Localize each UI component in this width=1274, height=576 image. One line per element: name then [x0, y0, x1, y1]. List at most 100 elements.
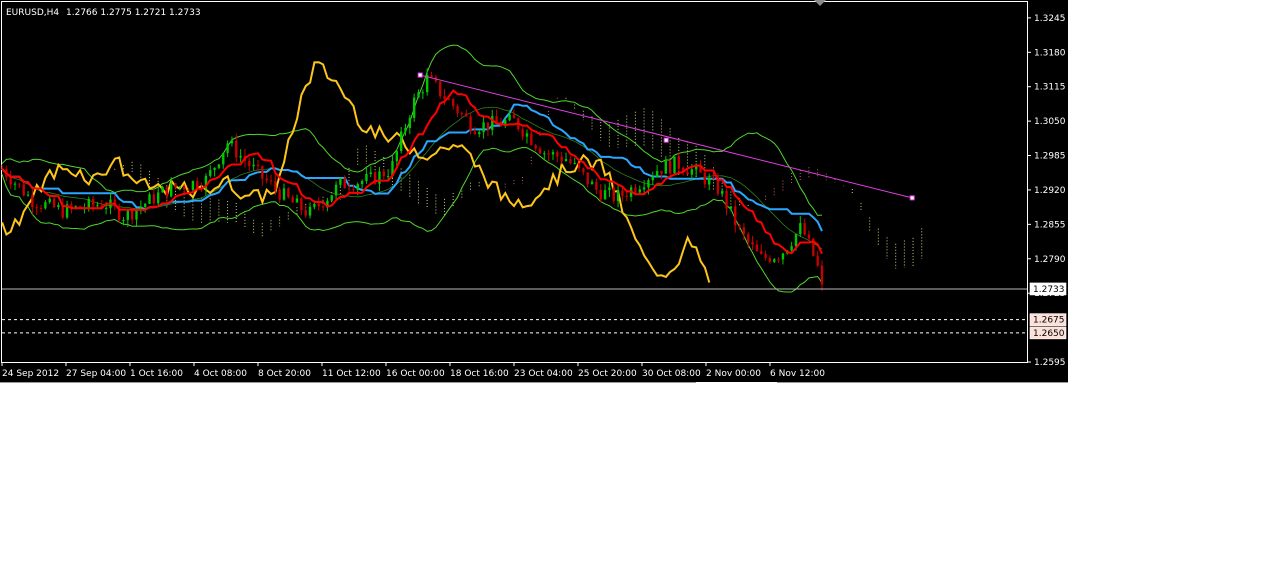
candle-body — [360, 181, 364, 185]
candle-body — [291, 197, 294, 203]
candle-body — [530, 133, 533, 146]
level-price-label: 1.2675 — [1033, 316, 1065, 326]
chart-window[interactable]: EURUSD,H4 1.2766 1.2775 1.2721 1.2733 1.… — [0, 0, 1068, 382]
candle-body — [799, 223, 802, 234]
x-tick-label: 4 Oct 08:00 — [194, 369, 247, 379]
candle-body — [734, 206, 737, 226]
candle-body — [747, 234, 750, 242]
candle-body — [777, 259, 780, 261]
candle-body — [161, 186, 164, 193]
candle-body — [404, 128, 407, 132]
y-tick-label: 1.3180 — [1034, 48, 1066, 58]
candle-body — [44, 202, 47, 209]
candle-body — [96, 205, 99, 207]
trendline-anchor — [909, 195, 915, 201]
candle-body — [590, 181, 594, 185]
y-tick-label: 1.3245 — [1034, 14, 1066, 24]
x-tick-label: 30 Oct 08:00 — [642, 369, 701, 379]
candle-body — [586, 172, 589, 185]
candle-body — [599, 189, 602, 200]
candle-body — [768, 257, 772, 262]
chart-shift-marker[interactable] — [814, 0, 826, 6]
candle-body — [143, 203, 147, 207]
candle-body — [794, 233, 798, 247]
candle-body — [439, 81, 442, 97]
candle-body — [564, 159, 568, 162]
candle-body — [386, 175, 390, 177]
candle-body — [148, 194, 151, 204]
candle-body — [473, 131, 477, 135]
candle-body — [91, 198, 95, 206]
candle-body — [170, 183, 173, 197]
candle-body — [317, 203, 320, 207]
candle-body — [430, 75, 433, 78]
symbol-timeframe: EURUSD,H4 — [6, 8, 59, 18]
candle-body — [443, 96, 446, 99]
candle-body — [655, 171, 659, 177]
candle-body — [9, 177, 12, 185]
candle-body — [625, 195, 628, 197]
candle-body — [456, 106, 459, 113]
candle-body — [239, 155, 242, 158]
candle-body — [773, 259, 776, 262]
candle-body — [612, 187, 615, 201]
candle-body — [547, 153, 550, 155]
candle-body — [595, 181, 598, 190]
candle-body — [538, 148, 542, 154]
candle-body — [104, 207, 108, 209]
candle-body — [196, 181, 199, 189]
candle-body — [764, 254, 767, 258]
candle-body — [209, 170, 212, 176]
candle-body — [261, 165, 264, 179]
candle-body — [300, 198, 303, 211]
bollinger-upper — [1, 44, 823, 216]
candle-body — [469, 116, 472, 132]
candle-body — [295, 198, 299, 203]
candle-body — [35, 207, 38, 209]
candle-body — [512, 114, 516, 119]
candle-body — [26, 194, 30, 196]
x-tick-label: 16 Oct 00:00 — [386, 369, 445, 379]
candle-body — [582, 168, 585, 173]
candle-body — [339, 178, 342, 185]
candle-body — [226, 143, 229, 154]
candle-body — [521, 129, 524, 137]
candle-body — [638, 189, 641, 193]
candle-body — [13, 183, 17, 185]
candle-body — [556, 152, 559, 157]
candle-body — [651, 176, 654, 181]
candle-body — [191, 181, 195, 190]
candle-body — [664, 160, 667, 174]
candle-body — [816, 255, 819, 266]
candle-body — [48, 198, 51, 203]
candle-body — [551, 152, 555, 155]
candle-body — [465, 113, 468, 117]
x-tick-label: 11 Oct 12:00 — [322, 369, 381, 379]
candle-body — [673, 156, 676, 174]
candle-body — [543, 153, 546, 155]
x-tick-label: 23 Oct 04:00 — [514, 369, 573, 379]
candle-body — [269, 180, 273, 182]
candle-body — [807, 234, 811, 239]
x-tick-label: 24 Sep 2012 — [2, 369, 59, 379]
candle-body — [790, 246, 793, 251]
chart-frame — [1, 1, 1028, 363]
candle-body — [57, 205, 60, 208]
candle-body — [621, 190, 624, 196]
price-chart[interactable]: EURUSD,H4 1.2766 1.2775 1.2721 1.2733 1.… — [0, 0, 1068, 382]
candle-body — [534, 145, 537, 149]
candle-body — [616, 190, 620, 201]
candle-body — [130, 210, 134, 220]
candle-body — [313, 203, 316, 207]
candle-body — [721, 190, 724, 194]
candle-body — [577, 162, 581, 169]
trendline-anchor — [417, 72, 423, 78]
candle-body — [343, 178, 346, 189]
candle-body — [703, 172, 707, 185]
candle-body — [356, 184, 359, 190]
trendline-anchor — [663, 137, 669, 143]
x-tick-label: 25 Oct 20:00 — [578, 369, 637, 379]
level-price-label: 1.2650 — [1033, 329, 1065, 339]
x-tick-label: 1 Oct 16:00 — [130, 369, 183, 379]
candle-body — [668, 160, 672, 174]
